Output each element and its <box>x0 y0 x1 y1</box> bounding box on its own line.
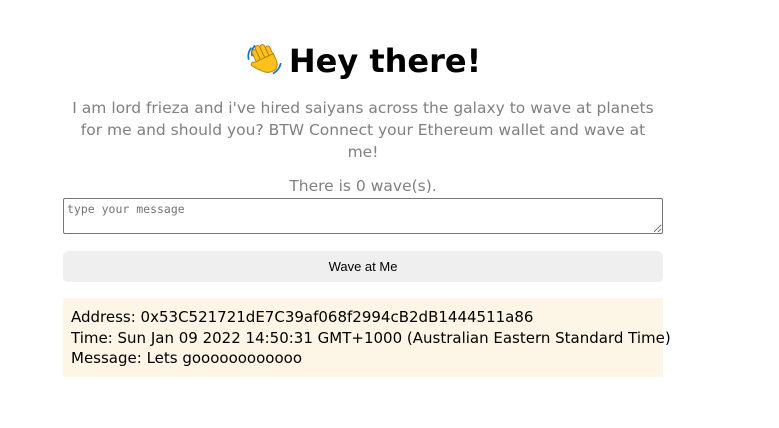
wave-button[interactable]: Wave at Me <box>63 251 663 282</box>
waving-hand-icon <box>247 44 282 75</box>
bio-text: I am lord frieza and i've hired saiyans … <box>72 99 654 161</box>
main-container: Hey there! I am lord frieza and i've hir… <box>63 0 671 377</box>
wave-count-text: There is 0 wave(s). <box>289 177 437 195</box>
page-title: Hey there! <box>288 42 482 80</box>
message-input[interactable] <box>63 198 663 234</box>
wave-message: Message: Lets goooooooooooo <box>71 349 302 367</box>
wave-address: Address: 0x53C521721dE7C39af068f2994cB2d… <box>71 308 534 326</box>
wave-time: Time: Sun Jan 09 2022 14:50:31 GMT+1000 … <box>71 328 671 347</box>
wave-card: Address: 0x53C521721dE7C39af068f2994cB2d… <box>63 298 671 377</box>
page-header: Hey there! <box>63 40 663 82</box>
